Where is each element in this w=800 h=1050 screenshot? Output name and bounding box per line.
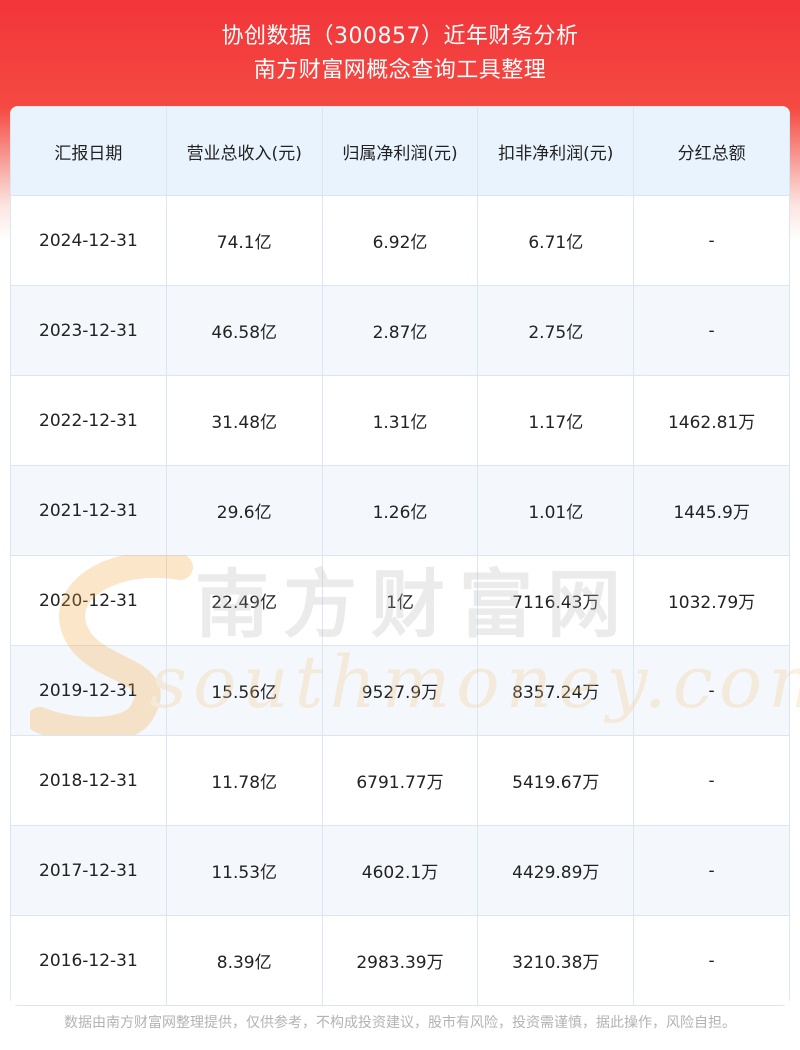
- table-row: 2020-12-31 22.49亿 1亿 7116.43万 1032.79万: [10, 555, 790, 646]
- cell-revenue: 11.53亿: [165, 825, 323, 916]
- table-row: 2016-12-31 8.39亿 2983.39万 3210.38万 -: [10, 915, 790, 1006]
- cell-dividend: -: [633, 825, 790, 916]
- cell-revenue: 29.6亿: [165, 465, 323, 556]
- cell-date: 2024-12-31: [10, 195, 167, 286]
- cell-net-profit: 1.31亿: [321, 375, 479, 466]
- cell-date: 2019-12-31: [10, 645, 167, 736]
- table-row: 2019-12-31 15.56亿 9527.9万 8357.24万 -: [10, 645, 790, 736]
- cell-net-profit: 9527.9万: [321, 645, 479, 736]
- cell-revenue: 74.1亿: [165, 195, 323, 286]
- cell-net-profit: 2983.39万: [321, 915, 479, 1006]
- cell-net-profit: 6.92亿: [321, 195, 479, 286]
- cell-deducted-net-profit: 2.75亿: [477, 285, 635, 376]
- cell-date: 2023-12-31: [10, 285, 167, 376]
- cell-net-profit: 1亿: [321, 555, 479, 646]
- cell-date: 2017-12-31: [10, 825, 167, 916]
- cell-deducted-net-profit: 7116.43万: [477, 555, 635, 646]
- page-title: 协创数据（300857）近年财务分析 南方财富网概念查询工具整理: [0, 20, 800, 88]
- financial-table-card: 汇报日期 营业总收入(元) 归属净利润(元) 扣非净利润(元) 分红总额 202…: [10, 106, 790, 1006]
- table-row: 2023-12-31 46.58亿 2.87亿 2.75亿 -: [10, 285, 790, 376]
- table-row: 2018-12-31 11.78亿 6791.77万 5419.67万 -: [10, 735, 790, 826]
- cell-deducted-net-profit: 8357.24万: [477, 645, 635, 736]
- cell-dividend: -: [633, 195, 790, 286]
- cell-dividend: -: [633, 735, 790, 826]
- cell-date: 2016-12-31: [10, 915, 167, 1006]
- cell-dividend: 1032.79万: [633, 555, 790, 646]
- cell-revenue: 11.78亿: [165, 735, 323, 826]
- cell-net-profit: 1.26亿: [321, 465, 479, 556]
- table-header-row: 汇报日期 营业总收入(元) 归属净利润(元) 扣非净利润(元) 分红总额: [10, 106, 790, 196]
- cell-dividend: -: [633, 285, 790, 376]
- cell-deducted-net-profit: 1.17亿: [477, 375, 635, 466]
- cell-dividend: 1462.81万: [633, 375, 790, 466]
- cell-date: 2018-12-31: [10, 735, 167, 826]
- cell-date: 2020-12-31: [10, 555, 167, 646]
- financial-table: 汇报日期 营业总收入(元) 归属净利润(元) 扣非净利润(元) 分红总额 202…: [10, 106, 790, 1006]
- column-header-net-profit: 归属净利润(元): [321, 106, 479, 196]
- cell-deducted-net-profit: 4429.89万: [477, 825, 635, 916]
- cell-date: 2021-12-31: [10, 465, 167, 556]
- title-line-2: 南方财富网概念查询工具整理: [253, 58, 547, 83]
- cell-deducted-net-profit: 5419.67万: [477, 735, 635, 826]
- cell-revenue: 15.56亿: [165, 645, 323, 736]
- column-header-dividend: 分红总额: [633, 106, 790, 196]
- cell-net-profit: 6791.77万: [321, 735, 479, 826]
- cell-deducted-net-profit: 1.01亿: [477, 465, 635, 556]
- table-row: 2017-12-31 11.53亿 4602.1万 4429.89万 -: [10, 825, 790, 916]
- cell-revenue: 31.48亿: [165, 375, 323, 466]
- column-header-date: 汇报日期: [10, 106, 167, 196]
- title-line-1: 协创数据（300857）近年财务分析: [221, 24, 579, 49]
- column-header-deducted-net-profit: 扣非净利润(元): [477, 106, 635, 196]
- cell-dividend: -: [633, 645, 790, 736]
- table-row: 2022-12-31 31.48亿 1.31亿 1.17亿 1462.81万: [10, 375, 790, 466]
- cell-date: 2022-12-31: [10, 375, 167, 466]
- cell-net-profit: 4602.1万: [321, 825, 479, 916]
- cell-net-profit: 2.87亿: [321, 285, 479, 376]
- cell-revenue: 22.49亿: [165, 555, 323, 646]
- table-row: 2021-12-31 29.6亿 1.26亿 1.01亿 1445.9万: [10, 465, 790, 556]
- table-row: 2024-12-31 74.1亿 6.92亿 6.71亿 -: [10, 195, 790, 286]
- disclaimer-text: 数据由南方财富网整理提供，仅供参考，不构成投资建议，股市有风险，投资需谨慎，据此…: [64, 1015, 736, 1031]
- cell-revenue: 8.39亿: [165, 915, 323, 1006]
- cell-dividend: 1445.9万: [633, 465, 790, 556]
- column-header-revenue: 营业总收入(元): [165, 106, 323, 196]
- cell-deducted-net-profit: 6.71亿: [477, 195, 635, 286]
- cell-revenue: 46.58亿: [165, 285, 323, 376]
- cell-dividend: -: [633, 915, 790, 1006]
- cell-deducted-net-profit: 3210.38万: [477, 915, 635, 1006]
